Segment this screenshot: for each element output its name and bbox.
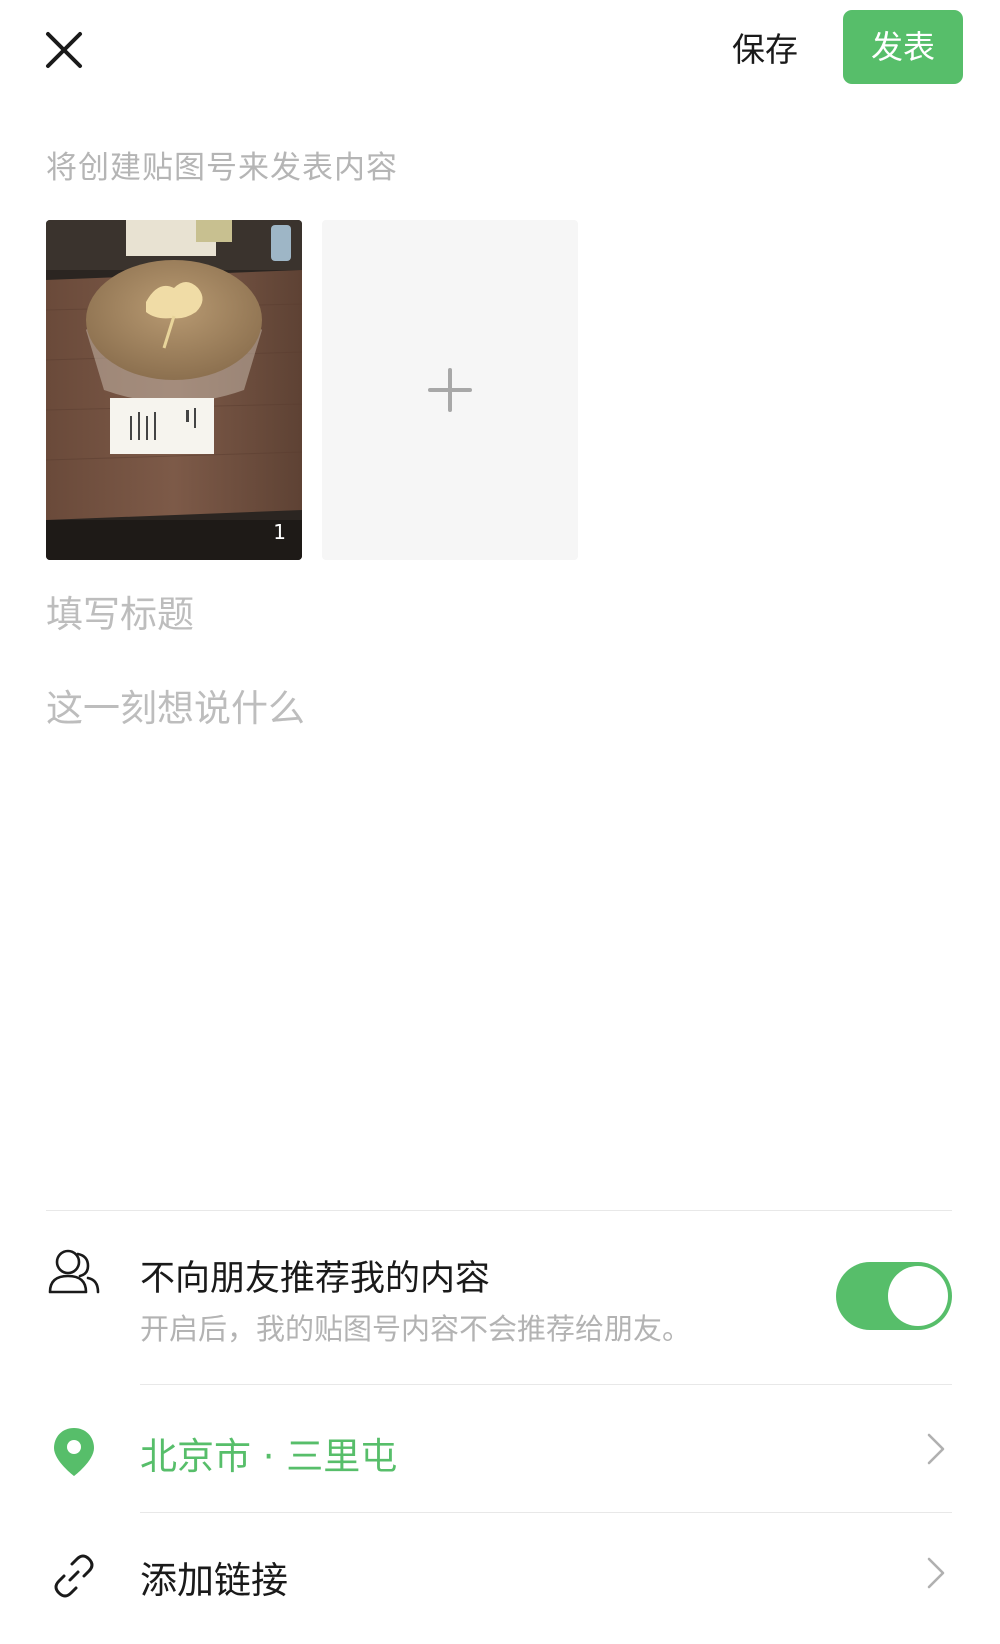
- location-pin-icon: [54, 1428, 94, 1476]
- chevron-right-icon: [927, 1433, 945, 1465]
- recommend-subtitle: 开启后，我的贴图号内容不会推荐给朋友。: [140, 1312, 692, 1346]
- link-icon: [54, 1554, 94, 1598]
- title-input[interactable]: [46, 588, 946, 640]
- photo-count-label: 1: [273, 520, 286, 544]
- add-photo-tile[interactable]: [322, 220, 578, 560]
- user-icon: [48, 1249, 100, 1294]
- close-icon: [46, 32, 82, 68]
- photo-image: [46, 220, 302, 560]
- divider: [46, 1210, 952, 1211]
- toggle-knob: [888, 1266, 948, 1326]
- top-bar: 保存 发表: [0, 0, 1000, 110]
- add-link-row[interactable]: 添加链接: [0, 1514, 1000, 1640]
- add-link-label: 添加链接: [140, 1559, 288, 1602]
- recommend-title: 不向朋友推荐我的内容: [140, 1259, 491, 1299]
- recommend-toggle[interactable]: [836, 1262, 952, 1330]
- close-button[interactable]: [40, 26, 88, 74]
- divider: [140, 1512, 952, 1513]
- save-button[interactable]: 保存: [715, 24, 815, 76]
- location-label: 北京市 · 三里屯: [140, 1435, 398, 1478]
- publish-button[interactable]: 发表: [843, 10, 963, 84]
- create-hint: 将创建贴图号来发表内容: [46, 150, 398, 186]
- photo-thumbnail[interactable]: 1: [46, 220, 302, 560]
- plus-icon: [428, 368, 472, 412]
- location-row[interactable]: 北京市 · 三里屯: [0, 1386, 1000, 1512]
- chevron-right-icon: [927, 1557, 945, 1589]
- body-input[interactable]: [46, 678, 946, 1038]
- divider: [140, 1384, 952, 1385]
